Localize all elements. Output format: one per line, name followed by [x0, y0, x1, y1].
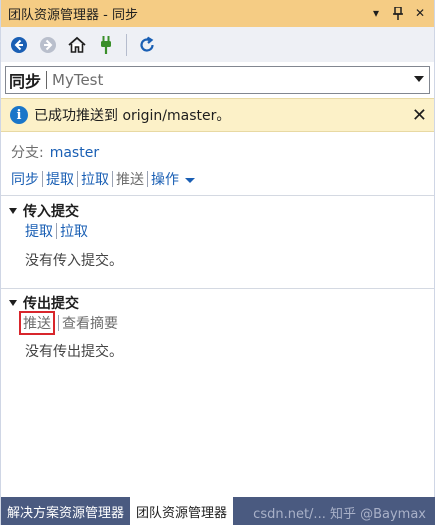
window-title: 团队资源管理器 - 同步: [8, 8, 138, 23]
collapse-triangle-icon[interactable]: [9, 300, 17, 306]
info-bar: i 已成功推送到 origin/master。 ✕: [1, 98, 434, 132]
outgoing-links: 推送 查看摘要: [19, 311, 118, 335]
forward-arrow-icon[interactable]: [38, 35, 58, 55]
operations-dropdown[interactable]: 操作: [151, 169, 195, 189]
action-separator: [42, 171, 43, 187]
push-action-disabled: 推送: [116, 172, 144, 188]
refresh-icon[interactable]: [137, 35, 157, 55]
action-separator: [147, 171, 148, 187]
outgoing-push-link[interactable]: 推送: [19, 311, 55, 335]
page-selector-title: 同步: [9, 72, 42, 91]
outgoing-empty-message: 没有传出提交。: [25, 344, 123, 360]
incoming-section-header[interactable]: 传入提交: [9, 201, 79, 221]
chevron-down-icon: [185, 177, 195, 183]
incoming-title: 传入提交: [23, 204, 79, 220]
info-icon: i: [10, 106, 28, 124]
sync-link[interactable]: 同步: [11, 169, 39, 189]
home-icon[interactable]: [67, 35, 87, 55]
section-divider: [1, 195, 434, 196]
back-arrow-icon[interactable]: [9, 35, 29, 55]
outgoing-section-header[interactable]: 传出提交: [9, 293, 79, 313]
branch-row: 分支: master: [11, 142, 99, 162]
action-links: 同步 提取 拉取 推送 操作: [11, 169, 195, 189]
info-close-icon[interactable]: ✕: [412, 105, 427, 126]
close-icon[interactable]: ✕: [412, 3, 428, 23]
watermark-text: csdn.net/... 知乎 @Baymax: [253, 507, 426, 522]
page-selector-combo[interactable]: 同步 MyTest: [5, 66, 430, 94]
link-separator: [56, 223, 57, 239]
toolbar: [1, 27, 434, 62]
toolbar-separator: [126, 33, 127, 56]
pull-link[interactable]: 拉取: [81, 169, 109, 189]
tab-solution-explorer[interactable]: 解决方案资源管理器: [1, 497, 130, 525]
connect-plug-icon[interactable]: [96, 35, 116, 55]
dropdown-icon[interactable]: ▾: [368, 3, 384, 23]
incoming-pull-link[interactable]: 拉取: [60, 221, 88, 241]
link-separator: [58, 315, 59, 331]
page-selector-repository: MyTest: [52, 71, 104, 89]
incoming-empty-message: 没有传入提交。: [25, 253, 123, 269]
chevron-down-icon[interactable]: [414, 76, 424, 82]
info-message: 已成功推送到 origin/master。: [34, 108, 231, 124]
action-separator: [77, 171, 78, 187]
outgoing-title: 传出提交: [23, 296, 79, 312]
tab-team-explorer[interactable]: 团队资源管理器: [130, 497, 234, 525]
page-selector-divider: [46, 71, 48, 89]
operations-label: 操作: [151, 172, 179, 188]
pin-icon[interactable]: [390, 3, 406, 23]
team-explorer-window: 团队资源管理器 - 同步 ▾ ✕ 同步 MyTest i 已成功推送到 orig…: [0, 0, 435, 525]
fetch-link[interactable]: 提取: [46, 169, 74, 189]
title-bar-controls: ▾ ✕: [368, 3, 428, 23]
section-divider: [1, 288, 434, 289]
incoming-fetch-link[interactable]: 提取: [25, 221, 53, 241]
branch-label: 分支:: [11, 145, 44, 161]
collapse-triangle-icon[interactable]: [9, 208, 17, 214]
incoming-links: 提取 拉取: [25, 221, 88, 241]
branch-link[interactable]: master: [50, 145, 99, 161]
title-bar: 团队资源管理器 - 同步 ▾ ✕: [1, 0, 434, 27]
action-separator: [112, 171, 113, 187]
view-summary-link[interactable]: 查看摘要: [62, 313, 118, 333]
